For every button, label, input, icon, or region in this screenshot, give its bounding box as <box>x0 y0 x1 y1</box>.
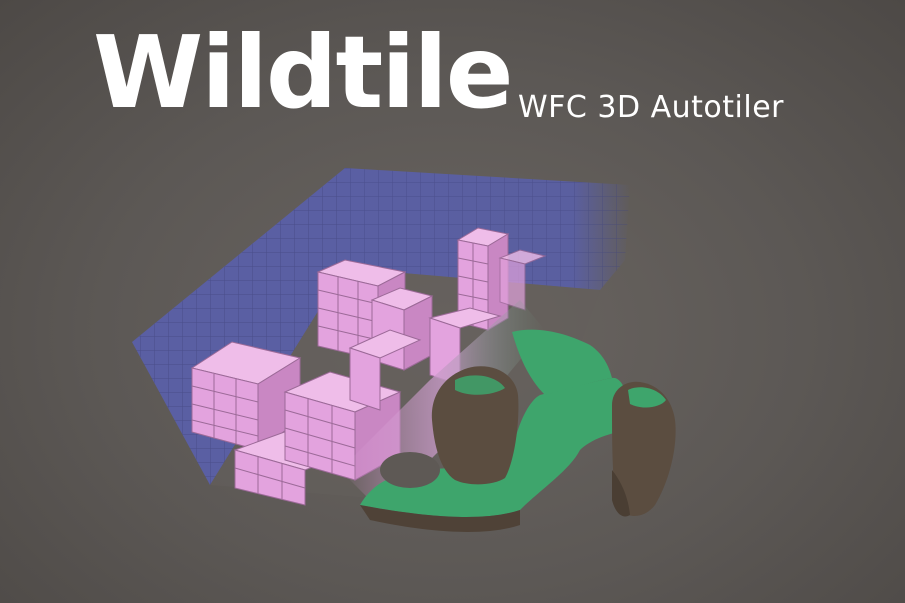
banner: Wildtile WFC 3D Autotiler <box>0 0 905 603</box>
banner-subtitle: WFC 3D Autotiler <box>518 90 785 125</box>
banner-title: Wildtile <box>93 14 514 131</box>
terrain-hole <box>380 452 440 488</box>
